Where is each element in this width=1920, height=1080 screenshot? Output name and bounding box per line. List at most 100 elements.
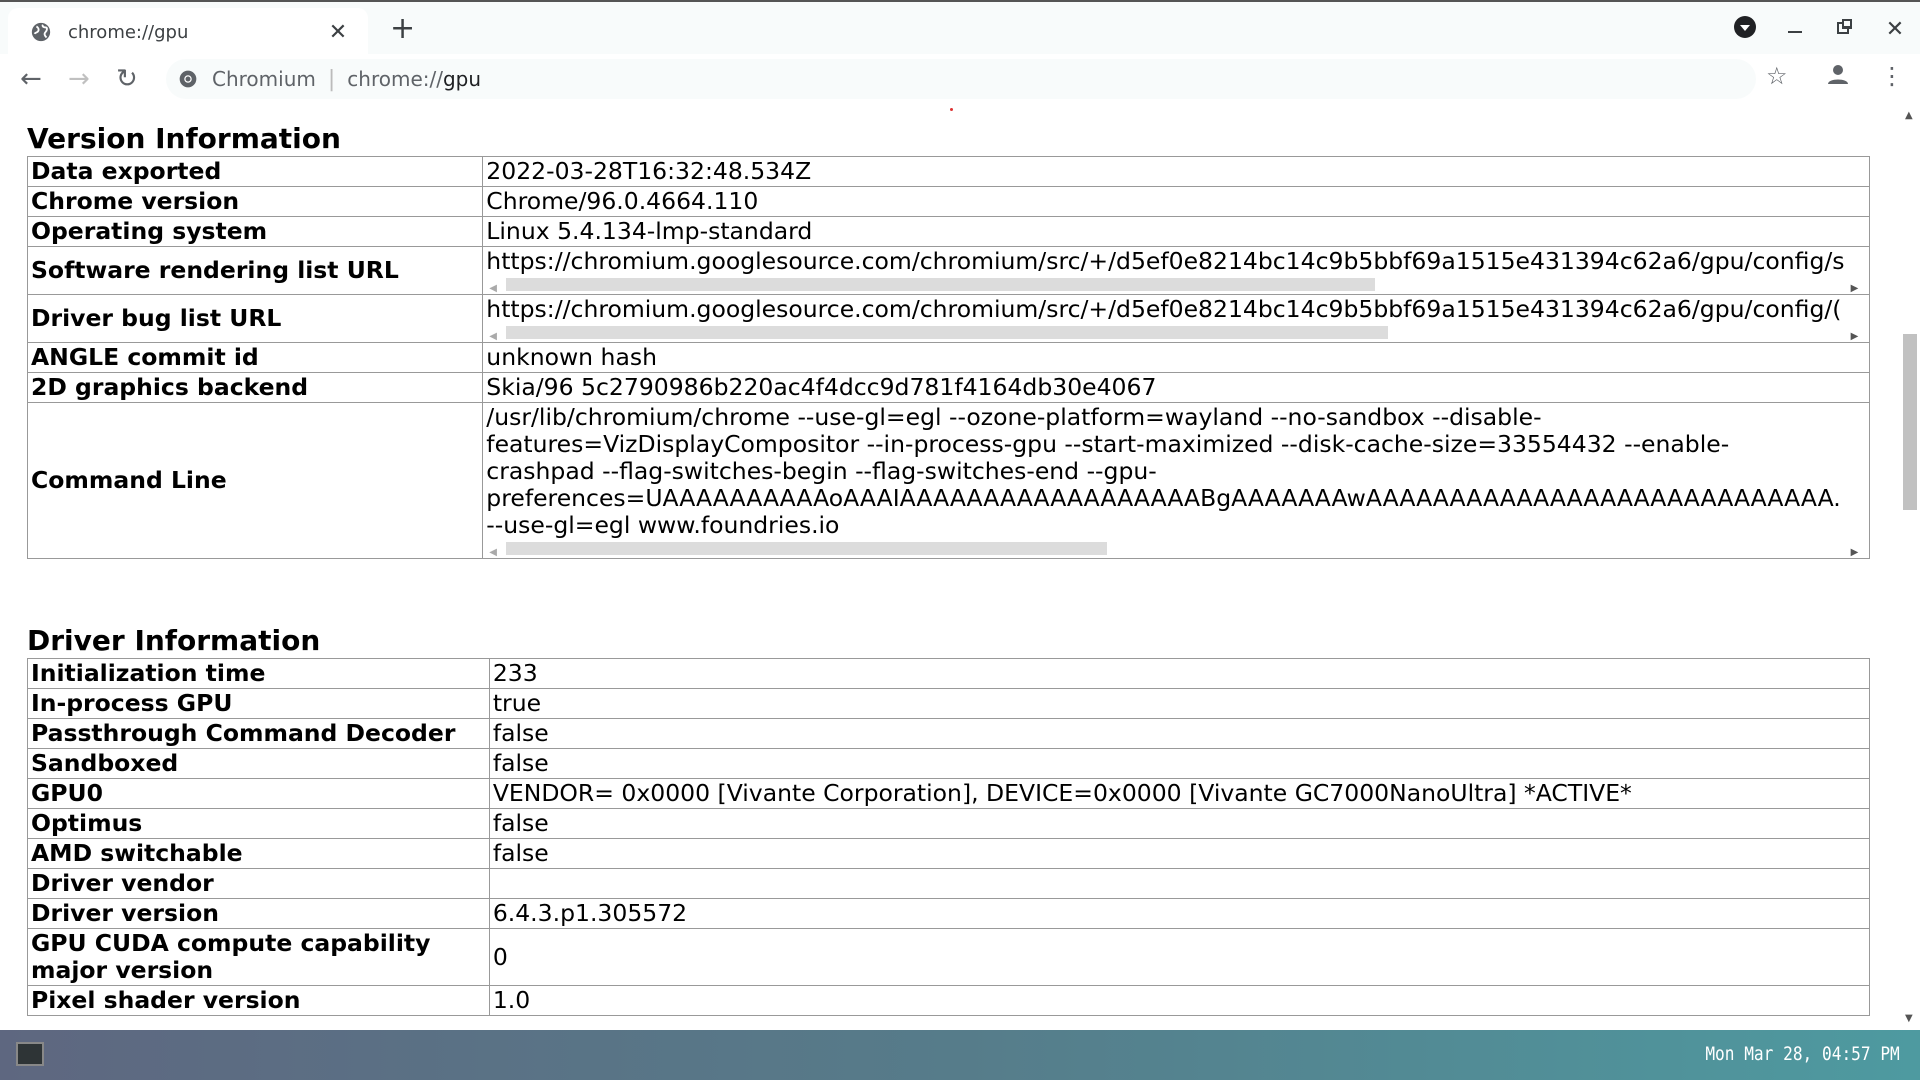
tab-gpu[interactable]: chrome://gpu ✕ — [8, 8, 368, 56]
row-value: false — [488, 748, 1871, 779]
version-information-table: Data exported 2022-03-28T16:32:48.534Z Ch… — [26, 156, 1870, 559]
software-rendering-url[interactable]: https://chromium.googlesource.com/chromi… — [486, 248, 1862, 275]
tab-strip: chrome://gpu ✕ + ✕ — [0, 0, 1920, 56]
minimize-button[interactable] — [1770, 17, 1820, 41]
table-row: GPU CUDA compute capability major versio… — [27, 928, 1871, 986]
url-path: gpu — [442, 67, 482, 91]
table-row: 2D graphics backend Skia/96 5c2790986b220… — [26, 372, 1870, 403]
row-key: Driver vendor — [27, 868, 490, 899]
restore-icon — [1837, 19, 1852, 34]
command-line-segment: crashpad --flag-switches-begin --flag-sw… — [486, 457, 1157, 485]
row-value — [488, 868, 1871, 899]
row-value: 0 — [488, 928, 1871, 986]
forward-button[interactable]: → — [68, 64, 90, 94]
scroll-right-arrow[interactable]: ▶ — [1851, 323, 1859, 350]
command-line-segment: --use-gl=egl www.foundries.io — [486, 511, 840, 539]
minimize-icon — [1788, 31, 1802, 33]
window-controls: ✕ — [1720, 12, 1920, 46]
table-row: Operating system Linux 5.4.134-lmp-standa… — [26, 216, 1870, 247]
table-row: AMD switchable false — [27, 838, 1871, 869]
row-value: Skia/96 5c2790986b220ac4f4dcc9d781f4164d… — [482, 372, 1870, 403]
table-row: Chrome version Chrome/96.0.4664.110 — [26, 186, 1870, 217]
reload-button[interactable]: ↻ — [116, 64, 138, 94]
table-row: In-process GPU true — [27, 688, 1871, 719]
scrollbar-thumb[interactable] — [506, 326, 1389, 339]
row-value: 1.0 — [488, 985, 1871, 1016]
bookmark-star-icon[interactable]: ☆ — [1766, 62, 1788, 90]
row-key: Software rendering list URL — [26, 246, 484, 295]
table-row: Sandboxed false — [27, 748, 1871, 779]
taskbar-clock: Mon Mar 28, 04:57 PM — [1705, 1043, 1900, 1065]
scrollbar-thumb[interactable] — [506, 542, 1108, 555]
page-vertical-scrollbar[interactable]: ▲ ▼ — [1900, 104, 1920, 1030]
scroll-down-arrow[interactable]: ▼ — [1905, 1013, 1913, 1024]
scrollbar-thumb[interactable] — [506, 278, 1375, 291]
row-value: 233 — [488, 658, 1871, 689]
row-key: Pixel shader version — [27, 985, 490, 1016]
row-key: AMD switchable — [27, 838, 490, 869]
horizontal-scrollbar[interactable]: ◀ ▶ — [486, 275, 1862, 294]
scroll-right-arrow[interactable]: ▶ — [1851, 275, 1859, 302]
scroll-up-arrow[interactable]: ▲ — [1905, 110, 1913, 121]
row-value: https://chromium.googlesource.com/chromi… — [482, 246, 1870, 295]
terminal-icon[interactable] — [16, 1042, 44, 1066]
row-value: Chrome/96.0.4664.110 — [482, 186, 1870, 217]
row-key: Optimus — [27, 808, 490, 839]
table-row: Data exported 2022-03-28T16:32:48.534Z — [26, 156, 1870, 187]
scroll-left-arrow[interactable]: ◀ — [489, 539, 497, 566]
row-key: Initialization time — [27, 658, 490, 689]
close-window-button[interactable]: ✕ — [1870, 17, 1920, 42]
toolbar: ← → ↻ Chromium | chrome://gpu ☆ ⋮ — [0, 54, 1920, 104]
row-value: true — [488, 688, 1871, 719]
url-scheme: chrome:// — [347, 67, 443, 91]
row-key: ANGLE commit id — [26, 342, 484, 373]
row-key: Data exported — [26, 156, 484, 187]
command-line-segment: preferences=UAAAAAAAAAAoAAAIAAAAAAAAAAAA… — [486, 485, 1841, 512]
command-line-text[interactable]: /usr/lib/chromium/chrome --use-gl=egl --… — [486, 404, 1862, 539]
menu-kebab-icon[interactable]: ⋮ — [1880, 62, 1904, 90]
row-key: 2D graphics backend — [26, 372, 484, 403]
row-key: Command Line — [26, 402, 484, 559]
url-text: chrome://gpu — [347, 67, 481, 91]
globe-icon — [31, 22, 51, 42]
horizontal-scrollbar[interactable]: ◀ ▶ — [486, 323, 1862, 342]
address-bar[interactable]: Chromium | chrome://gpu — [166, 59, 1756, 99]
table-row: Initialization time 233 — [27, 658, 1871, 689]
page-content: Version Information Data exported 2022-03… — [0, 104, 1900, 1030]
table-row: Driver bug list URL https://chromium.goo… — [26, 294, 1870, 343]
command-line-segment: /usr/lib/chromium/chrome --use-gl=egl --… — [486, 404, 1542, 431]
scroll-right-arrow[interactable]: ▶ — [1851, 539, 1859, 566]
table-row: Pixel shader version 1.0 — [27, 985, 1871, 1016]
row-value: https://chromium.googlesource.com/chromi… — [482, 294, 1870, 343]
row-key: In-process GPU — [27, 688, 490, 719]
scroll-left-arrow[interactable]: ◀ — [489, 323, 497, 350]
driver-bug-list-url[interactable]: https://chromium.googlesource.com/chromi… — [486, 296, 1862, 323]
command-line-segment: features=VizDisplayCompositor --in-proce… — [486, 430, 1730, 458]
table-row: ANGLE commit id unknown hash — [26, 342, 1870, 373]
row-key: GPU CUDA compute capability major versio… — [27, 928, 490, 986]
row-value: 6.4.3.p1.305572 — [488, 898, 1871, 929]
scroll-left-arrow[interactable]: ◀ — [489, 275, 497, 302]
person-icon — [1828, 65, 1848, 84]
close-tab-icon[interactable]: ✕ — [326, 20, 350, 45]
table-row: GPU0 VENDOR= 0x0000 [Vivante Corporation]… — [27, 778, 1871, 809]
row-value: Linux 5.4.134-lmp-standard — [482, 216, 1870, 247]
horizontal-scrollbar[interactable]: ◀ ▶ — [486, 539, 1862, 558]
row-key: Sandboxed — [27, 748, 490, 779]
row-value: VENDOR= 0x0000 [Vivante Corporation], DE… — [488, 778, 1871, 809]
row-value: false — [488, 808, 1871, 839]
row-key: GPU0 — [27, 778, 490, 809]
row-key: Driver bug list URL — [26, 294, 484, 343]
profile-button[interactable] — [1826, 62, 1850, 92]
table-row: Software rendering list URL https://chro… — [26, 246, 1870, 295]
omnibox-separator: | — [327, 66, 336, 92]
row-key: Driver version — [27, 898, 490, 929]
tab-search-button[interactable] — [1720, 15, 1770, 43]
back-button[interactable]: ← — [20, 64, 42, 94]
dropdown-circle-icon — [1734, 16, 1756, 38]
row-key: Operating system — [26, 216, 484, 247]
page-scrollbar-thumb[interactable] — [1903, 334, 1917, 510]
row-value: unknown hash — [482, 342, 1870, 373]
restore-button[interactable] — [1820, 17, 1870, 41]
new-tab-button[interactable]: + — [390, 14, 415, 44]
